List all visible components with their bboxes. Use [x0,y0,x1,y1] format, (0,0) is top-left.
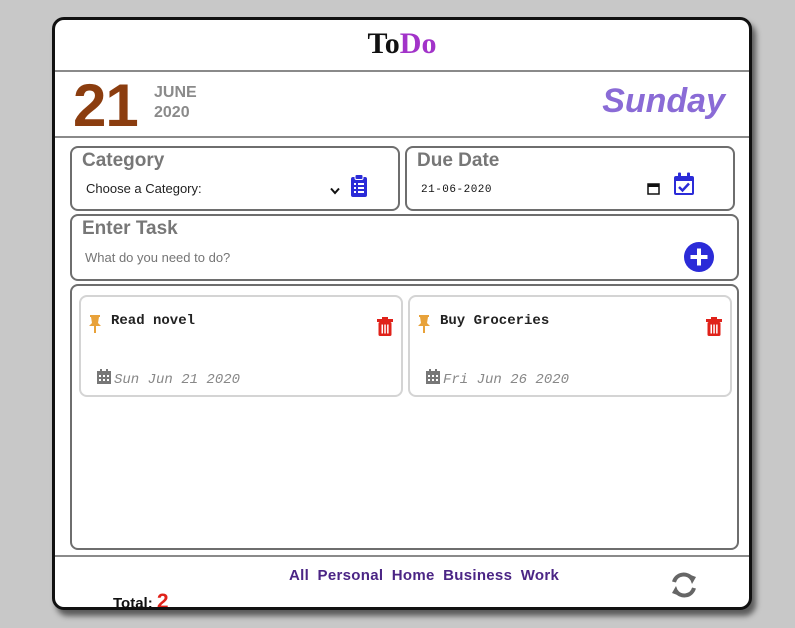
task-text: Buy Groceries [440,313,550,329]
filter-home[interactable]: Home [392,567,435,584]
task-card: Read novel Sun Jun 21 2020 [79,295,403,397]
plus-icon [690,248,708,266]
total-count: Total: 2 [113,590,169,610]
filter-personal[interactable]: Personal [318,567,384,584]
task-date: Sun Jun 21 2020 [114,372,241,388]
task-date: Fri Jun 26 2020 [443,372,570,388]
due-date-label: Due Date [417,150,500,171]
footer: All Personal Home Business Work Total: 2 [55,555,749,610]
filter-all[interactable]: All [289,567,309,584]
trash-icon[interactable] [706,317,722,341]
calendar-icon [426,369,440,389]
month-label: JUNE [154,84,197,101]
category-label: Category [82,150,165,171]
weekday-label: Sunday [602,82,725,120]
add-task-button[interactable] [684,242,714,272]
trash-icon[interactable] [377,317,393,341]
due-date-box: Due Date 21-06-2020 [405,146,735,211]
filter-work[interactable]: Work [521,567,559,584]
total-label: Total: [113,595,153,610]
task-card: Buy Groceries Fri Jun 26 2020 [408,295,732,397]
filter-business[interactable]: Business [443,567,512,584]
day-number: 21 [73,72,139,139]
category-select[interactable]: Choose a Category: [86,181,202,196]
date-banner: 21 JUNE 2020 Sunday [55,72,749,138]
category-filters: All Personal Home Business Work [289,567,563,584]
pin-icon [88,315,102,338]
todo-card: ToDo 21 JUNE 2020 Sunday Category Choose… [52,17,752,610]
due-date-input[interactable]: 21-06-2020 [421,184,492,196]
total-value: 2 [156,590,169,610]
pin-icon [417,315,431,338]
calendar-icon [97,369,111,389]
app-header: ToDo [55,20,749,72]
year-label: 2020 [154,104,190,121]
app-title: ToDo [367,27,437,60]
category-box: Category Choose a Category: [70,146,400,211]
task-entry-box: Enter Task [70,214,739,281]
task-entry-label: Enter Task [82,218,178,239]
task-input[interactable] [85,250,485,265]
calendar-check-icon [673,172,695,201]
task-text: Read novel [111,313,196,329]
task-list: Read novel Sun Jun 21 2020 Buy Groceries… [70,284,739,550]
calendar-picker-icon[interactable] [647,182,660,200]
chevron-down-icon[interactable] [330,182,340,200]
clipboard-list-icon [350,174,368,203]
refresh-icon[interactable] [669,571,699,604]
